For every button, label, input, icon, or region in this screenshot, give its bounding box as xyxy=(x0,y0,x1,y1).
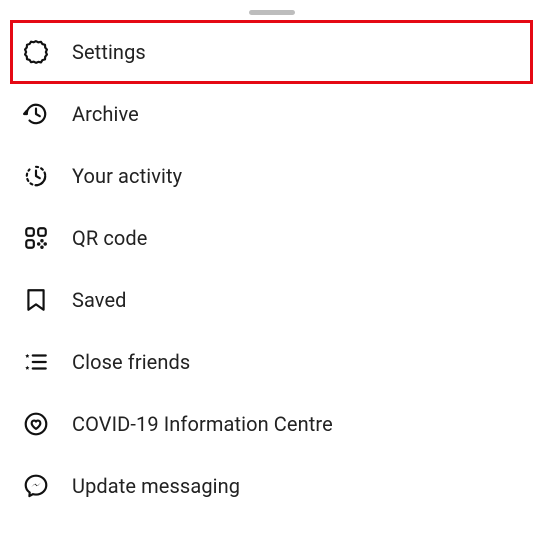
menu-item-label: Saved xyxy=(72,288,127,312)
menu-item-qr-code[interactable]: QR code xyxy=(0,207,543,269)
menu-item-covid-info[interactable]: COVID-19 Information Centre xyxy=(0,393,543,455)
qr-code-icon xyxy=(22,224,50,252)
menu-item-label: Your activity xyxy=(72,164,182,188)
menu-item-archive[interactable]: Archive xyxy=(0,83,543,145)
menu-item-label: Archive xyxy=(72,102,139,126)
menu-item-your-activity[interactable]: Your activity xyxy=(0,145,543,207)
menu-item-label: Update messaging xyxy=(72,474,240,498)
menu-item-update-messaging[interactable]: Update messaging xyxy=(0,455,543,517)
menu-item-settings[interactable]: Settings xyxy=(0,21,543,83)
menu-item-label: COVID-19 Information Centre xyxy=(72,412,333,436)
heart-circle-icon xyxy=(22,410,50,438)
profile-menu: Settings Archive Your activity xyxy=(0,21,543,517)
close-friends-icon xyxy=(22,348,50,376)
settings-icon xyxy=(22,38,50,66)
activity-icon xyxy=(22,162,50,190)
archive-icon xyxy=(22,100,50,128)
menu-item-label: Close friends xyxy=(72,350,190,374)
menu-item-label: Settings xyxy=(72,40,146,64)
messenger-icon xyxy=(22,472,50,500)
menu-item-label: QR code xyxy=(72,226,148,250)
sheet-grabber[interactable] xyxy=(249,10,295,15)
menu-item-close-friends[interactable]: Close friends xyxy=(0,331,543,393)
bookmark-icon xyxy=(22,286,50,314)
bottom-sheet: Settings Archive Your activity xyxy=(0,0,543,540)
menu-item-saved[interactable]: Saved xyxy=(0,269,543,331)
